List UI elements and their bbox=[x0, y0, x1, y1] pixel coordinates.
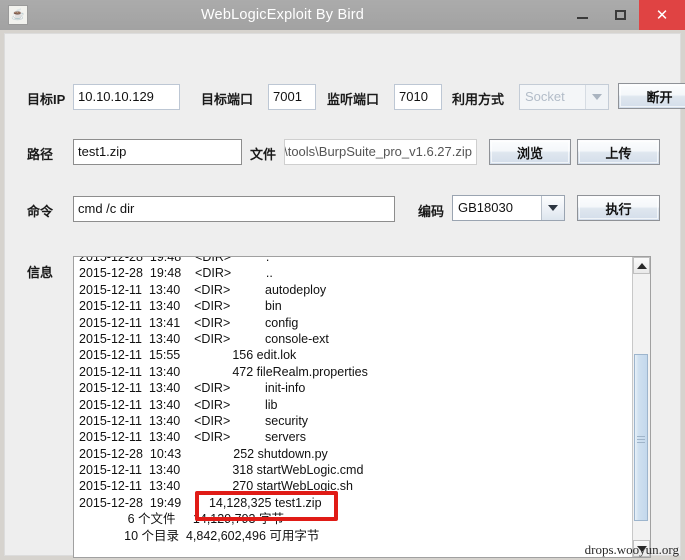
command-label: 命令 bbox=[27, 204, 54, 219]
execute-button[interactable]: 执行 bbox=[577, 195, 660, 221]
path-input[interactable]: test1.zip bbox=[73, 139, 242, 165]
target-port-input[interactable]: 7001 bbox=[268, 84, 316, 110]
output-line: 2015-12-28 19:49 14,128,325 test1.zip bbox=[79, 495, 322, 510]
method-select[interactable]: Socket bbox=[519, 84, 609, 110]
output-line: 10 个目录 4,842,602,496 可用字节 bbox=[79, 528, 320, 543]
output-text-viewport: 2015-12-28 19:48 <DIR> . 2015-12-28 19:48… bbox=[74, 257, 632, 557]
listen-port-input[interactable]: 7010 bbox=[394, 84, 442, 110]
output-line: 2015-12-11 15:55 156 edit.lok bbox=[79, 348, 297, 363]
output-line: 2015-12-11 13:40 270 startWebLogic.sh bbox=[79, 479, 354, 494]
method-label: 利用方式 bbox=[452, 92, 505, 107]
method-select-value: Socket bbox=[525, 89, 565, 104]
output-textarea[interactable]: 2015-12-28 19:48 <DIR> . 2015-12-28 19:48… bbox=[73, 256, 651, 558]
encoding-select[interactable]: GB18030 bbox=[452, 195, 565, 221]
output-line: 2015-12-11 13:40 318 startWebLogic.cmd bbox=[79, 463, 364, 478]
scrollbar-grip-icon bbox=[637, 434, 645, 443]
target-ip-label: 目标IP bbox=[27, 92, 66, 107]
chevron-down-icon bbox=[541, 196, 564, 220]
disconnect-button[interactable]: 断开 bbox=[618, 83, 685, 109]
minimize-icon bbox=[576, 17, 588, 19]
output-line: 2015-12-11 13:40 <DIR> bin bbox=[79, 299, 282, 314]
output-line: 2015-12-11 13:40 472 fileRealm.propertie… bbox=[79, 364, 368, 379]
output-line: 6 个文件 14,129,793 字节 bbox=[79, 512, 284, 527]
client-area: 目标IP 10.10.10.129 目标端口 7001 监听端口 7010 利用… bbox=[4, 33, 685, 558]
maximize-icon bbox=[614, 10, 626, 20]
output-line: 2015-12-28 19:48 <DIR> . bbox=[79, 257, 270, 264]
browse-button[interactable]: 浏览 bbox=[489, 139, 571, 165]
scroll-up-icon[interactable] bbox=[633, 257, 650, 274]
output-scrollbar[interactable] bbox=[632, 257, 650, 557]
output-line: 2015-12-11 13:40 <DIR> lib bbox=[79, 397, 278, 412]
output-lines: 2015-12-28 19:48 <DIR> . 2015-12-28 19:48… bbox=[79, 257, 619, 544]
window-title: WebLogicExploit By Bird bbox=[200, 7, 365, 23]
output-line: 2015-12-11 13:40 <DIR> init-info bbox=[79, 381, 306, 396]
file-label: 文件 bbox=[250, 147, 277, 162]
title-bar: ☕ WebLogicExploit By Bird ✕ bbox=[0, 0, 685, 30]
encoding-label: 编码 bbox=[418, 204, 445, 219]
scrollbar-thumb[interactable] bbox=[634, 354, 648, 521]
output-line: 2015-12-11 13:40 <DIR> autodeploy bbox=[79, 282, 327, 297]
command-input[interactable]: cmd /c dir bbox=[73, 196, 395, 222]
close-button[interactable]: ✕ bbox=[639, 0, 685, 30]
output-line: 2015-12-11 13:40 <DIR> console-ext bbox=[79, 331, 329, 346]
watermark: drops.wooyun.org bbox=[584, 542, 679, 557]
application-window: ☕ WebLogicExploit By Bird ✕ 目标IP 10.10.1… bbox=[0, 0, 685, 560]
listen-port-label: 监听端口 bbox=[327, 92, 380, 107]
output-line: 2015-12-11 13:41 <DIR> config bbox=[79, 315, 299, 330]
minimize-button[interactable] bbox=[563, 0, 601, 30]
close-icon: ✕ bbox=[655, 6, 669, 24]
encoding-select-value: GB18030 bbox=[458, 200, 513, 215]
maximize-button[interactable] bbox=[601, 0, 639, 30]
upload-button[interactable]: 上传 bbox=[577, 139, 660, 165]
path-label: 路径 bbox=[27, 147, 54, 162]
output-line: 2015-12-11 13:40 <DIR> security bbox=[79, 413, 309, 428]
output-line: 2015-12-28 19:48 <DIR> .. bbox=[79, 266, 273, 281]
target-ip-input[interactable]: 10.10.10.129 bbox=[73, 84, 180, 110]
file-path-input[interactable]: 表\tools\BurpSuite_pro_v1.6.27.zip bbox=[284, 139, 477, 165]
output-label: 信息 bbox=[27, 265, 54, 280]
output-line: 2015-12-11 13:40 <DIR> servers bbox=[79, 430, 306, 445]
target-port-label: 目标端口 bbox=[201, 92, 254, 107]
output-line: 2015-12-28 10:43 252 shutdown.py bbox=[79, 446, 328, 461]
chevron-down-icon bbox=[585, 85, 608, 109]
